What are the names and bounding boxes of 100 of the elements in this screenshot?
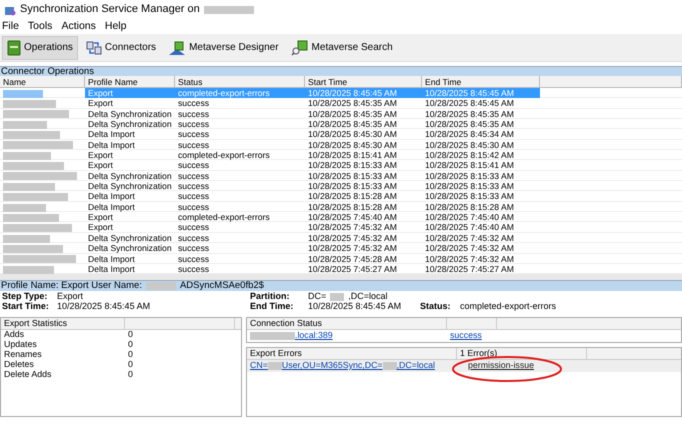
menu-item[interactable]: Help [104, 20, 126, 32]
table-cell-text: Delta Synchronization [87, 232, 173, 244]
redacted-name [3, 182, 55, 191]
redacted-name [3, 152, 51, 160]
column-header[interactable]: End Time [422, 76, 540, 88]
menu-item[interactable]: Tools [28, 20, 52, 32]
table-cell-text: 10/28/2025 7:45:32 AM [424, 232, 515, 244]
field-label: Status: [420, 302, 452, 312]
table-cell-text: success [177, 170, 210, 182]
table-cell-text: success [177, 160, 210, 171]
stat-value: 0 [128, 350, 134, 360]
field-value: 10/28/2025 8:45:45 AM [57, 302, 150, 312]
table-cell-text: 10/28/2025 8:15:33 AM [307, 181, 398, 192]
table-cell-text: 10/28/2025 8:15:33 AM [307, 160, 398, 171]
table-cell-text: 10/28/2025 7:45:40 AM [307, 212, 398, 222]
stat-label: Adds [4, 330, 26, 340]
cube-search-icon [290, 40, 309, 56]
result-link[interactable]: success [450, 330, 500, 341]
redacted-name [3, 131, 60, 140]
panel-header: Connection Status [247, 318, 447, 329]
connectors-icon [86, 40, 102, 56]
table-cell-text: 10/28/2025 7:45:32 AM [424, 243, 515, 254]
table-cell-text: Delta Synchronization [87, 243, 173, 254]
menu-item[interactable]: File [2, 20, 19, 32]
column-header[interactable]: Name [0, 76, 85, 88]
table-cell-text: 10/28/2025 7:45:32 AM [424, 254, 515, 264]
table-cell-text: Delta Import [87, 202, 136, 212]
field-value: 10/28/2025 8:45:45 AM [308, 302, 402, 312]
server-link[interactable]: .local:389 [295, 330, 333, 341]
table-cell-text: 10/28/2025 8:15:28 AM [424, 202, 515, 212]
table-cell: 10/28/2025 8:45:45 AM [305, 88, 422, 98]
error-dn-link[interactable]: CN= [250, 360, 268, 371]
redacted-name [3, 193, 68, 202]
table-cell-text: success [177, 140, 210, 150]
error-dn-link[interactable]: ,DC=local [396, 360, 435, 371]
redacted-block [204, 6, 254, 14]
redacted-name [3, 90, 43, 98]
table-cell-text: success [177, 129, 210, 140]
toolbar-button[interactable]: Metaverse Search [286, 36, 397, 60]
table-cell-text: Export [87, 98, 114, 109]
table-cell-text: success [177, 232, 210, 244]
toolbar-button[interactable]: Metaverse Designer [164, 36, 283, 60]
table-cell-text: success [177, 181, 210, 192]
table-cell-text: Delta Synchronization [87, 119, 173, 130]
table-cell: completed-export-errors [175, 88, 305, 98]
field-label: Step Type: [2, 292, 48, 302]
table-cell-text: completed-export-errors [177, 150, 271, 160]
column-header[interactable]: Start Time [305, 76, 422, 88]
table-cell-text: Delta Synchronization [87, 181, 173, 192]
error-dn-link[interactable]: User,OU=M365Sync,DC= [282, 360, 383, 371]
column-header[interactable]: Status [175, 76, 305, 88]
redacted-name [3, 120, 47, 129]
table-cell-text: 10/28/2025 7:45:28 AM [307, 254, 398, 264]
table-cell-text: Delta Import [87, 191, 136, 202]
field-value: ,DC=local [348, 292, 388, 302]
table-cell-text: 10/28/2025 8:15:33 AM [307, 170, 398, 182]
table-cell-text: Delta Synchronization [87, 170, 173, 182]
table-cell-text: 10/28/2025 8:45:45 AM [424, 98, 515, 109]
stat-value: 0 [128, 330, 134, 340]
table-cell-text: 10/28/2025 8:15:41 AM [307, 150, 398, 160]
table-cell-text: Delta Import [87, 254, 136, 264]
table-cell-text: Export [87, 212, 114, 222]
table-cell-text: Delta Synchronization [87, 108, 173, 120]
table-cell-text: 10/28/2025 7:45:27 AM [424, 264, 515, 274]
toolbar-button[interactable]: Operations [2, 36, 78, 60]
stat-label: Updates [4, 340, 38, 350]
table-cell-text: success [177, 98, 210, 109]
redacted-block [268, 362, 282, 370]
table-cell-text: 10/28/2025 8:15:41 AM [424, 160, 515, 171]
toolbar-button[interactable]: Connectors [82, 36, 160, 60]
table-cell: 10/28/2025 8:45:45 AM [422, 88, 540, 98]
field-label: Partition: [250, 292, 290, 302]
table-cell-text: Delta Import [87, 264, 136, 274]
table-cell-text: 10/28/2025 8:45:30 AM [307, 140, 398, 150]
table-cell-text: Export [87, 222, 114, 233]
redacted-name [3, 266, 54, 274]
menu-item[interactable]: Actions [61, 20, 96, 32]
user-name: ADSyncMSAe0fb2$ [180, 281, 264, 292]
window-title: Synchronization Service Manager on [20, 3, 200, 16]
table-cell-text: success [177, 191, 210, 202]
table-cell-text: 10/28/2025 8:15:33 AM [424, 170, 515, 182]
column-header[interactable]: Profile Name [85, 76, 175, 88]
stat-value: 0 [128, 340, 134, 350]
scrollbar[interactable] [0, 274, 682, 280]
table-cell-text: success [177, 243, 210, 254]
field-value: Export [57, 292, 84, 302]
field-value: DC= [308, 292, 326, 302]
table-cell-text: 10/28/2025 7:45:27 AM [307, 264, 398, 274]
table-cell-text: Delta Import [87, 140, 136, 150]
error-count: 1 Error(s) [457, 348, 587, 359]
redacted-block [146, 282, 176, 290]
stat-label: Renames [4, 350, 43, 360]
redacted-name [3, 162, 64, 170]
table-cell-text: 10/28/2025 7:45:32 AM [307, 243, 398, 254]
stat-label: Delete Adds [4, 370, 52, 380]
section-header: Connector Operations [0, 66, 682, 76]
table-cell-text: 10/28/2025 8:15:42 AM [424, 150, 515, 160]
table-cell-text: 10/28/2025 8:45:35 AM [424, 108, 515, 120]
error-link[interactable]: permission-issue [460, 360, 590, 371]
redacted-name [3, 110, 69, 118]
